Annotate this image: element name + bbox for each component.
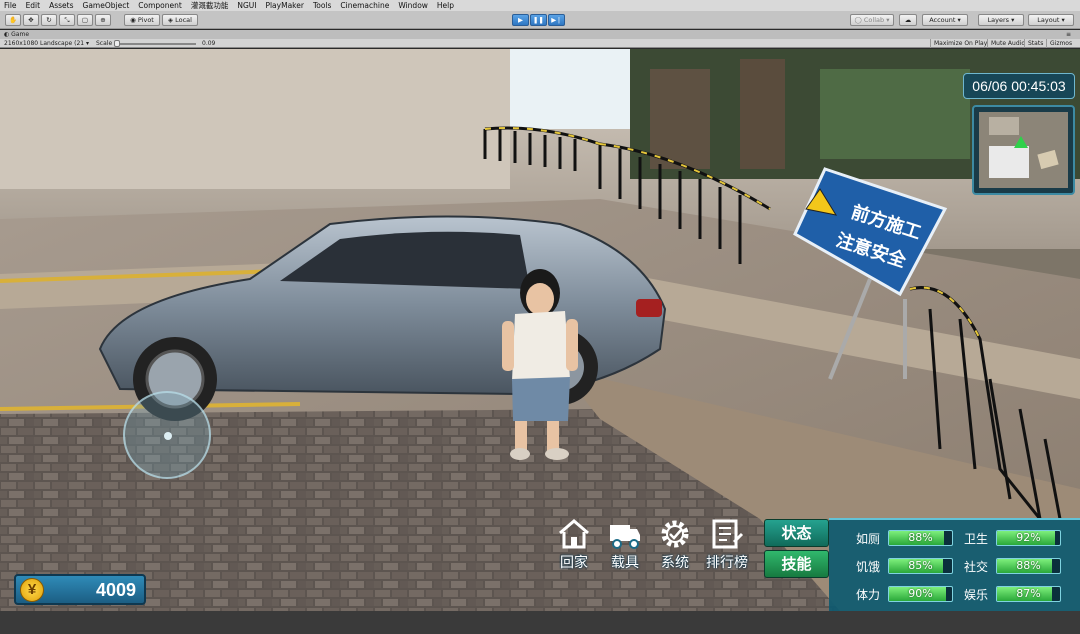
local-toggle[interactable]: ◈ Local bbox=[162, 14, 198, 26]
leaderboard-icon bbox=[712, 519, 744, 549]
menu-gameobject[interactable]: GameObject bbox=[83, 1, 130, 10]
stat-bar: 90% bbox=[888, 586, 953, 602]
editor-bottom-strip bbox=[0, 611, 1080, 634]
datetime-display: 06/06 00:45:03 bbox=[963, 73, 1075, 99]
player-marker-icon bbox=[1014, 136, 1028, 148]
home-label: 回家 bbox=[560, 555, 588, 571]
resolution-dropdown[interactable]: 2160x1080 Landscape (21 ▾ bbox=[4, 40, 89, 47]
menu-window[interactable]: Window bbox=[398, 1, 428, 10]
stat-value: 92% bbox=[1016, 531, 1041, 544]
menu-assets[interactable]: Assets bbox=[49, 1, 73, 10]
tab-status[interactable]: 状态 bbox=[764, 519, 829, 547]
stat-bar: 85% bbox=[888, 558, 953, 574]
scale-slider-handle[interactable] bbox=[114, 40, 120, 47]
joystick-knob[interactable] bbox=[164, 432, 172, 440]
game-tab-bar: ◐ Game ≡ bbox=[0, 30, 1080, 39]
stat-value: 90% bbox=[908, 587, 933, 600]
account-dropdown[interactable]: Account ▾ bbox=[922, 14, 968, 26]
rect-tool-icon[interactable]: ▢ bbox=[77, 14, 93, 26]
move-tool-icon[interactable]: ✥ bbox=[23, 14, 39, 26]
virtual-joystick[interactable] bbox=[123, 391, 211, 479]
gear-icon bbox=[661, 520, 689, 548]
step-button[interactable]: ▶❘ bbox=[548, 14, 565, 26]
tab-skill[interactable]: 技能 bbox=[764, 550, 829, 578]
stat-bar: 88% bbox=[888, 530, 953, 546]
hand-tool-icon[interactable]: ✋ bbox=[5, 14, 21, 26]
stat-label: 体力 bbox=[856, 588, 881, 602]
rotate-tool-icon[interactable]: ↻ bbox=[41, 14, 57, 26]
scale-value: 0.09 bbox=[202, 40, 216, 47]
stat-value: 87% bbox=[1016, 587, 1041, 600]
game-viewport[interactable]: 前方施工 注意安全 06/06 00:45:03 ¥ 4009 回家 载具 系统… bbox=[0, 49, 1080, 611]
editor-toolbar: ✋ ✥ ↻ ⤡ ▢ ⊕ ◉ Pivot ◈ Local ▶ ❚❚ ▶❘ ◯ Co… bbox=[0, 11, 1080, 29]
home-button[interactable]: 回家 bbox=[551, 518, 597, 576]
leaderboard-label: 排行榜 bbox=[706, 555, 748, 571]
minimap[interactable] bbox=[972, 105, 1075, 195]
layers-dropdown[interactable]: Layers ▾ bbox=[978, 14, 1024, 26]
stat-label: 如厕 bbox=[856, 532, 881, 546]
truck-icon bbox=[610, 525, 640, 549]
scale-tool-icon[interactable]: ⤡ bbox=[59, 14, 75, 26]
menu-bar: File Edit Assets GameObject Component 灌溉… bbox=[0, 0, 1080, 11]
game-tab[interactable]: ◐ Game bbox=[4, 31, 29, 38]
menu-ngui[interactable]: NGUI bbox=[237, 1, 256, 10]
system-label: 系统 bbox=[661, 555, 689, 571]
maximize-on-play-toggle[interactable]: Maximize On Play bbox=[930, 39, 990, 48]
minimap-view bbox=[979, 112, 1068, 188]
vehicle-label: 载具 bbox=[611, 555, 639, 571]
stats-toggle[interactable]: Stats bbox=[1024, 39, 1046, 48]
stat-value: 88% bbox=[908, 531, 933, 544]
stat-label: 卫生 bbox=[964, 532, 989, 546]
tab-menu-icon[interactable]: ≡ bbox=[1066, 31, 1071, 38]
stat-value: 85% bbox=[908, 559, 933, 572]
system-button[interactable]: 系统 bbox=[652, 518, 698, 576]
layout-dropdown[interactable]: Layout ▾ bbox=[1028, 14, 1074, 26]
stat-label: 社交 bbox=[964, 560, 989, 574]
menu-custom[interactable]: 灌溉截功能 bbox=[191, 0, 229, 11]
menu-tools[interactable]: Tools bbox=[313, 1, 331, 10]
menu-help[interactable]: Help bbox=[437, 1, 454, 10]
stat-label: 饥饿 bbox=[856, 560, 881, 574]
money-display: ¥ 4009 bbox=[14, 574, 146, 605]
menu-playmaker[interactable]: PlayMaker bbox=[265, 1, 303, 10]
stats-panel: 如厕 88% 卫生 92% 饥饿 85% 社交 88% 体力 90% 娱乐 87… bbox=[829, 518, 1080, 611]
money-amount: 4009 bbox=[95, 580, 136, 600]
yuan-coin-icon: ¥ bbox=[20, 578, 44, 602]
play-button[interactable]: ▶ bbox=[512, 14, 529, 26]
leaderboard-button[interactable]: 排行榜 bbox=[702, 518, 752, 576]
stat-bar: 92% bbox=[996, 530, 1061, 546]
collab-button[interactable]: ◯ Collab ▾ bbox=[850, 14, 894, 26]
transform-tool-icon[interactable]: ⊕ bbox=[95, 14, 111, 26]
cloud-icon[interactable]: ☁ bbox=[899, 14, 917, 26]
pause-button[interactable]: ❚❚ bbox=[530, 14, 547, 26]
mute-audio-toggle[interactable]: Mute Audio bbox=[987, 39, 1028, 48]
gizmos-dropdown[interactable]: Gizmos bbox=[1046, 39, 1075, 48]
stat-bar: 87% bbox=[996, 586, 1061, 602]
menu-cinemachine[interactable]: Cinemachine bbox=[340, 1, 389, 10]
stat-value: 88% bbox=[1016, 559, 1041, 572]
scale-slider[interactable] bbox=[116, 43, 196, 45]
menu-edit[interactable]: Edit bbox=[26, 1, 41, 10]
vehicle-button[interactable]: 载具 bbox=[602, 518, 648, 576]
pivot-toggle[interactable]: ◉ Pivot bbox=[124, 14, 160, 26]
menu-file[interactable]: File bbox=[4, 1, 17, 10]
menu-component[interactable]: Component bbox=[138, 1, 182, 10]
home-icon bbox=[559, 519, 589, 549]
stat-bar: 88% bbox=[996, 558, 1061, 574]
stat-label: 娱乐 bbox=[964, 588, 989, 602]
game-view-toolbar: 2160x1080 Landscape (21 ▾ Scale 0.09 Max… bbox=[0, 39, 1080, 48]
scale-label: Scale bbox=[96, 40, 113, 47]
